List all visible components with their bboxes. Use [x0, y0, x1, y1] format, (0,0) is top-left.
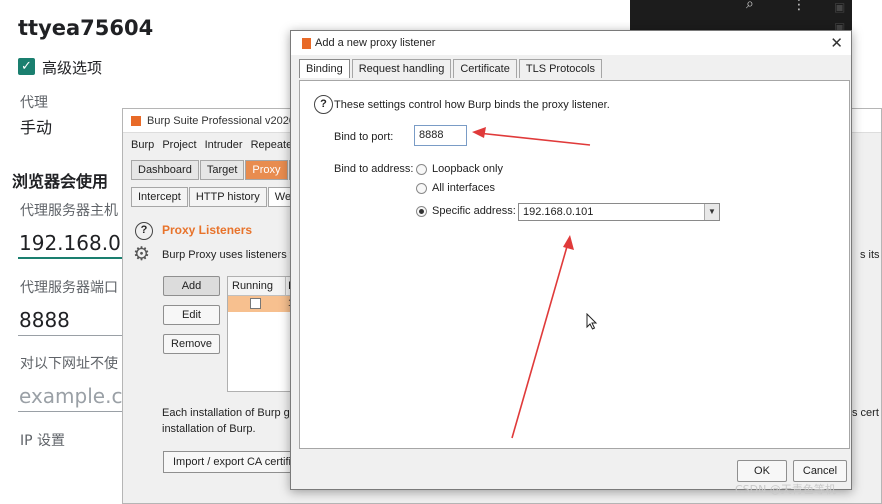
proxy-listeners-description-tail: s its pro	[860, 249, 882, 261]
tab-target[interactable]: Target	[199, 160, 245, 180]
watermark: CSDN @天青色等机	[735, 483, 836, 496]
proxy-port-underline	[18, 335, 128, 336]
tab-dashboard[interactable]: Dashboard	[131, 160, 199, 180]
specific-address-select[interactable]: 192.168.0.101 ▼	[518, 203, 720, 221]
menu-project[interactable]: Project	[162, 139, 196, 151]
import-export-ca-button[interactable]: Import / export CA certifica	[163, 451, 293, 473]
bypass-input[interactable]: example.co	[19, 384, 135, 408]
ca-description: Each installation of Burp ge	[162, 407, 296, 419]
bind-port-label: Bind to port:	[334, 131, 394, 143]
add-proxy-listener-dialog: Add a new proxy listener ✕ Binding Reque…	[290, 30, 852, 490]
ca-description-line2: installation of Burp.	[162, 423, 256, 435]
bind-port-input[interactable]: 8888	[414, 125, 467, 146]
radio-all-interfaces[interactable]	[416, 183, 427, 194]
burp-main-tabs: Dashboard Target Proxy In	[131, 160, 313, 180]
proxy-host-underline	[18, 257, 128, 259]
menu-burp[interactable]: Burp	[131, 139, 154, 151]
loopback-only-label[interactable]: Loopback only	[432, 163, 503, 175]
listeners-table[interactable]: Running In 1	[227, 276, 298, 392]
burp-title: Burp Suite Professional v2020.5	[147, 115, 305, 127]
window-icon[interactable]: ▣	[834, 0, 845, 14]
binding-description: These settings control how Burp binds th…	[334, 99, 610, 111]
menu-intruder[interactable]: Intruder	[205, 139, 243, 151]
wifi-network-name: ttyea75604	[18, 16, 154, 40]
ok-button[interactable]: OK	[737, 460, 787, 482]
bypass-underline	[18, 411, 128, 412]
cancel-button[interactable]: Cancel	[793, 460, 847, 482]
tab-request-handling[interactable]: Request handling	[351, 59, 452, 78]
subtab-intercept[interactable]: Intercept	[131, 187, 188, 207]
binding-panel: ? These settings control how Burp binds …	[299, 80, 850, 449]
selected-address: 192.168.0.101	[523, 206, 594, 218]
ip-settings-label[interactable]: IP 设置	[20, 430, 65, 450]
proxy-listeners-description: Burp Proxy uses listeners to	[162, 249, 299, 261]
proxy-value[interactable]: 手动	[20, 114, 52, 138]
gear-icon[interactable]: ⚙	[133, 243, 150, 266]
add-listener-button[interactable]: Add	[163, 276, 220, 296]
more-vert-icon[interactable]: ⋮	[792, 0, 806, 13]
running-checkbox[interactable]	[250, 298, 261, 309]
all-interfaces-label[interactable]: All interfaces	[432, 182, 495, 194]
column-running[interactable]: Running	[228, 277, 286, 296]
help-icon[interactable]: ?	[135, 222, 153, 240]
close-icon[interactable]: ✕	[830, 34, 843, 52]
bind-address-label: Bind to address:	[334, 163, 414, 175]
chevron-down-icon[interactable]: ▼	[704, 204, 719, 220]
burp-logo-icon	[131, 116, 141, 126]
proxy-label: 代理	[20, 95, 48, 111]
burp-proxy-subtabs: Intercept HTTP history WebS	[131, 187, 313, 207]
burp-logo-icon	[302, 38, 311, 49]
tab-binding[interactable]: Binding	[299, 59, 350, 78]
dialog-title: Add a new proxy listener	[315, 37, 436, 49]
radio-specific-address[interactable]	[416, 206, 427, 217]
radio-loopback-only[interactable]	[416, 164, 427, 175]
proxy-listeners-heading: Proxy Listeners	[162, 223, 253, 237]
tab-tls-protocols[interactable]: TLS Protocols	[518, 59, 602, 78]
subtab-http-history[interactable]: HTTP history	[188, 187, 267, 207]
tab-certificate[interactable]: Certificate	[453, 59, 517, 78]
ca-description-tail: s cert	[852, 407, 879, 419]
specific-address-label[interactable]: Specific address:	[432, 205, 516, 217]
proxy-port-input[interactable]: 8888	[19, 308, 70, 332]
table-row[interactable]	[228, 296, 296, 312]
dialog-titlebar[interactable]: Add a new proxy listener ✕	[291, 31, 851, 55]
mouse-cursor-icon	[586, 313, 598, 330]
help-icon[interactable]: ?	[314, 95, 333, 114]
proxy-host-label: 代理服务器主机	[20, 203, 118, 219]
proxy-port-label: 代理服务器端口	[20, 280, 118, 296]
browser-section-heading: 浏览器会使用	[12, 172, 109, 191]
dialog-tabs: Binding Request handling Certificate TLS…	[299, 59, 604, 78]
advanced-options-label: 高级选项	[42, 59, 103, 77]
tab-proxy[interactable]: Proxy	[245, 160, 288, 180]
edit-listener-button[interactable]: Edit	[163, 305, 220, 325]
bypass-label: 对以下网址不使	[20, 356, 118, 372]
search-icon[interactable]: ⌕	[746, 0, 754, 12]
advanced-options-checkbox[interactable]: ✓	[18, 58, 35, 75]
remove-listener-button[interactable]: Remove	[163, 334, 220, 354]
